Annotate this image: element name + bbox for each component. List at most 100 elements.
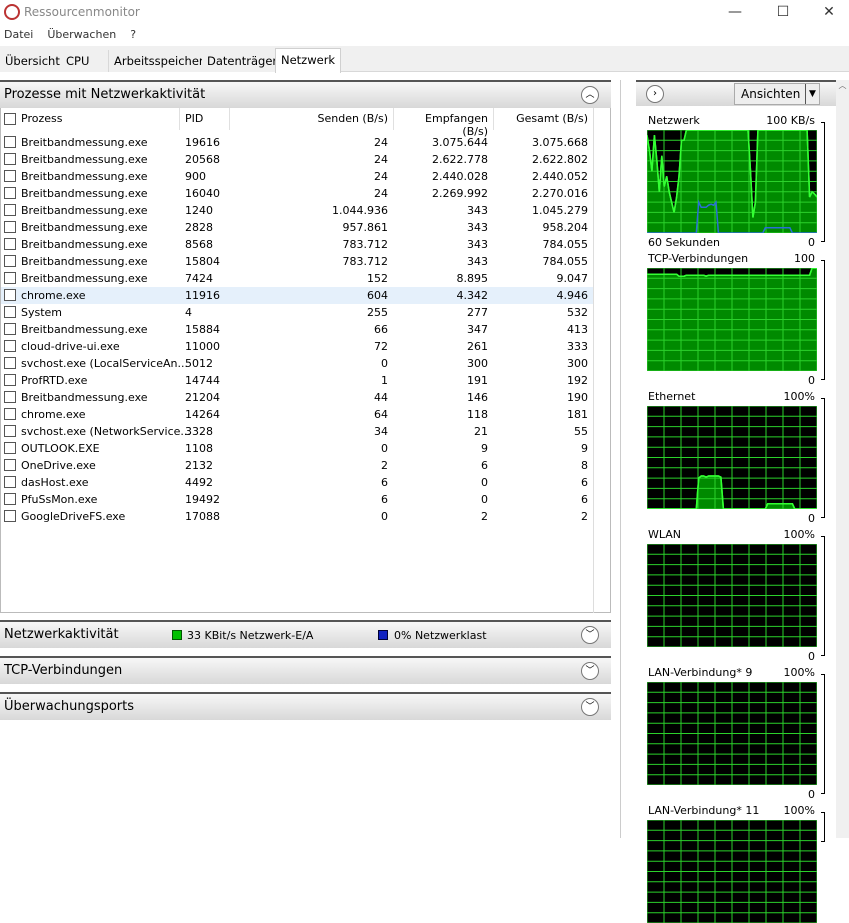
row-checkbox[interactable] xyxy=(4,136,16,148)
table-row[interactable]: Breitbandmessung.exe 20568 24 2.622.778 2.62… xyxy=(1,151,593,168)
maximize-button[interactable]: ☐ xyxy=(760,2,806,24)
table-row[interactable]: svchost.exe (NetworkService... 3328 34 21 55 xyxy=(1,423,593,440)
menu-help[interactable]: ? xyxy=(130,28,136,41)
row-checkbox[interactable] xyxy=(4,391,16,403)
chevron-down-icon[interactable]: ﹀ xyxy=(581,626,599,644)
row-checkbox[interactable] xyxy=(4,255,16,267)
cell-senden: 6 xyxy=(381,476,388,489)
table-row[interactable]: Breitbandmessung.exe 15804 783.712 343 784.0… xyxy=(1,253,593,270)
row-checkbox[interactable] xyxy=(4,204,16,216)
table-row[interactable]: Breitbandmessung.exe 2828 957.861 343 958.20… xyxy=(1,219,593,236)
ports-section-header[interactable]: Überwachungsports ﹀ xyxy=(0,692,611,720)
scroll-up-icon[interactable]: ︿ xyxy=(836,80,849,91)
minimize-button[interactable]: — xyxy=(712,2,758,24)
row-checkbox[interactable] xyxy=(4,374,16,386)
table-row[interactable]: OneDrive.exe 2132 2 6 8 xyxy=(1,457,593,474)
row-checkbox[interactable] xyxy=(4,187,16,199)
row-checkbox[interactable] xyxy=(4,510,16,522)
table-row[interactable]: chrome.exe 11916 604 4.342 4.946 xyxy=(1,287,593,304)
cell-gesamt: 958.204 xyxy=(542,221,589,234)
table-row[interactable]: OUTLOOK.EXE 1108 0 9 9 xyxy=(1,440,593,457)
dropdown-arrow-icon[interactable]: ▼ xyxy=(805,84,819,104)
table-row[interactable]: Breitbandmessung.exe 900 24 2.440.028 2.440.… xyxy=(1,168,593,185)
tab-datentraeger[interactable]: Datenträger xyxy=(202,50,284,72)
row-checkbox[interactable] xyxy=(4,306,16,318)
table-row[interactable]: ProfRTD.exe 14744 1 191 192 xyxy=(1,372,593,389)
tab-arbeitsspeicher[interactable]: Arbeitsspeicher xyxy=(109,50,210,72)
col-senden[interactable]: Senden (B/s) xyxy=(233,112,388,125)
column-divider[interactable] xyxy=(179,108,180,130)
cell-senden: 24 xyxy=(374,153,388,166)
column-divider[interactable] xyxy=(493,108,494,130)
table-row[interactable]: Breitbandmessung.exe 8568 783.712 343 784.05… xyxy=(1,236,593,253)
row-checkbox[interactable] xyxy=(4,289,16,301)
graph-5-chart xyxy=(647,820,817,923)
tab-uebersicht[interactable]: Übersicht xyxy=(0,50,66,72)
row-checkbox[interactable] xyxy=(4,493,16,505)
tab-netzwerk[interactable]: Netzwerk xyxy=(275,48,342,73)
cell-senden: 152 xyxy=(367,272,388,285)
column-divider[interactable] xyxy=(229,108,230,130)
row-checkbox[interactable] xyxy=(4,340,16,352)
window-title: Ressourcenmonitor xyxy=(24,5,140,19)
cell-senden: 783.712 xyxy=(342,238,389,251)
menu-ueberwachen[interactable]: Überwachen xyxy=(47,28,116,41)
table-row[interactable]: dasHost.exe 4492 6 0 6 xyxy=(1,474,593,491)
close-button[interactable]: ✕ xyxy=(806,2,849,24)
panel-splitter[interactable] xyxy=(620,80,621,838)
table-row[interactable]: Breitbandmessung.exe 7424 152 8.895 9.047 xyxy=(1,270,593,287)
select-all-checkbox[interactable] xyxy=(4,113,16,125)
table-row[interactable]: Breitbandmessung.exe 21204 44 146 190 xyxy=(1,389,593,406)
row-checkbox[interactable] xyxy=(4,170,16,182)
cell-empfangen: 6 xyxy=(481,459,488,472)
table-row[interactable]: System 4 255 277 532 xyxy=(1,304,593,321)
row-checkbox[interactable] xyxy=(4,442,16,454)
row-checkbox[interactable] xyxy=(4,238,16,250)
table-row[interactable]: GoogleDriveFS.exe 17088 0 2 2 xyxy=(1,508,593,525)
section-title: Prozesse mit Netzwerkaktivität xyxy=(4,87,206,102)
cell-senden: 1 xyxy=(381,374,388,387)
row-checkbox[interactable] xyxy=(4,153,16,165)
row-checkbox[interactable] xyxy=(4,221,16,233)
row-checkbox[interactable] xyxy=(4,272,16,284)
col-pid[interactable]: PID xyxy=(185,112,203,125)
table-row[interactable]: PfuSsMon.exe 19492 6 0 6 xyxy=(1,491,593,508)
cell-gesamt: 190 xyxy=(567,391,588,404)
chevron-down-icon[interactable]: ﹀ xyxy=(581,698,599,716)
graph-1-title: TCP-Verbindungen xyxy=(648,252,749,265)
row-checkbox[interactable] xyxy=(4,459,16,471)
cell-process-name: Breitbandmessung.exe xyxy=(21,170,148,183)
menu-datei[interactable]: Datei xyxy=(4,28,33,41)
col-prozess[interactable]: Prozess xyxy=(21,112,62,125)
chevron-down-icon[interactable]: ﹀ xyxy=(581,662,599,680)
table-row[interactable]: svchost.exe (LocalServiceAn... 5012 0 300 30… xyxy=(1,355,593,372)
table-row[interactable]: Breitbandmessung.exe 19616 24 3.075.644 3.07… xyxy=(1,134,593,151)
ansichten-button[interactable]: Ansichten ▼ xyxy=(734,83,820,105)
graph-4-chart xyxy=(647,682,817,785)
graph-4-scale-bracket xyxy=(821,674,825,794)
table-row[interactable]: chrome.exe 14264 64 118 181 xyxy=(1,406,593,423)
netzwerkaktivitaet-section-header[interactable]: Netzwerkaktivität 33 KBit/s Netzwerk-E/A… xyxy=(0,620,611,648)
col-gesamt[interactable]: Gesamt (B/s) xyxy=(497,112,588,125)
cell-pid: 900 xyxy=(185,170,206,183)
graph-panel-scrollbar[interactable]: ︿ xyxy=(836,80,849,838)
row-checkbox[interactable] xyxy=(4,425,16,437)
chevron-up-icon[interactable]: ︿ xyxy=(581,86,599,104)
column-divider[interactable] xyxy=(393,108,394,130)
cell-gesamt: 2.270.016 xyxy=(532,187,588,200)
processes-section-header[interactable]: Prozesse mit Netzwerkaktivität ︿ xyxy=(0,80,611,108)
graph-0-time-label: 60 Sekunden xyxy=(648,236,720,249)
cell-senden: 64 xyxy=(374,408,388,421)
table-row[interactable]: Breitbandmessung.exe 1240 1.044.936 343 1.04… xyxy=(1,202,593,219)
tab-cpu[interactable]: CPU xyxy=(61,50,109,72)
table-row[interactable]: cloud-drive-ui.exe 11000 72 261 333 xyxy=(1,338,593,355)
tcp-section-header[interactable]: TCP-Verbindungen ﹀ xyxy=(0,656,611,684)
row-checkbox[interactable] xyxy=(4,408,16,420)
cell-pid: 4492 xyxy=(185,476,213,489)
collapse-panel-button[interactable]: › xyxy=(646,85,664,103)
table-row[interactable]: Breitbandmessung.exe 16040 24 2.269.992 2.27… xyxy=(1,185,593,202)
table-row[interactable]: Breitbandmessung.exe 15884 66 347 413 xyxy=(1,321,593,338)
row-checkbox[interactable] xyxy=(4,357,16,369)
row-checkbox[interactable] xyxy=(4,323,16,335)
row-checkbox[interactable] xyxy=(4,476,16,488)
